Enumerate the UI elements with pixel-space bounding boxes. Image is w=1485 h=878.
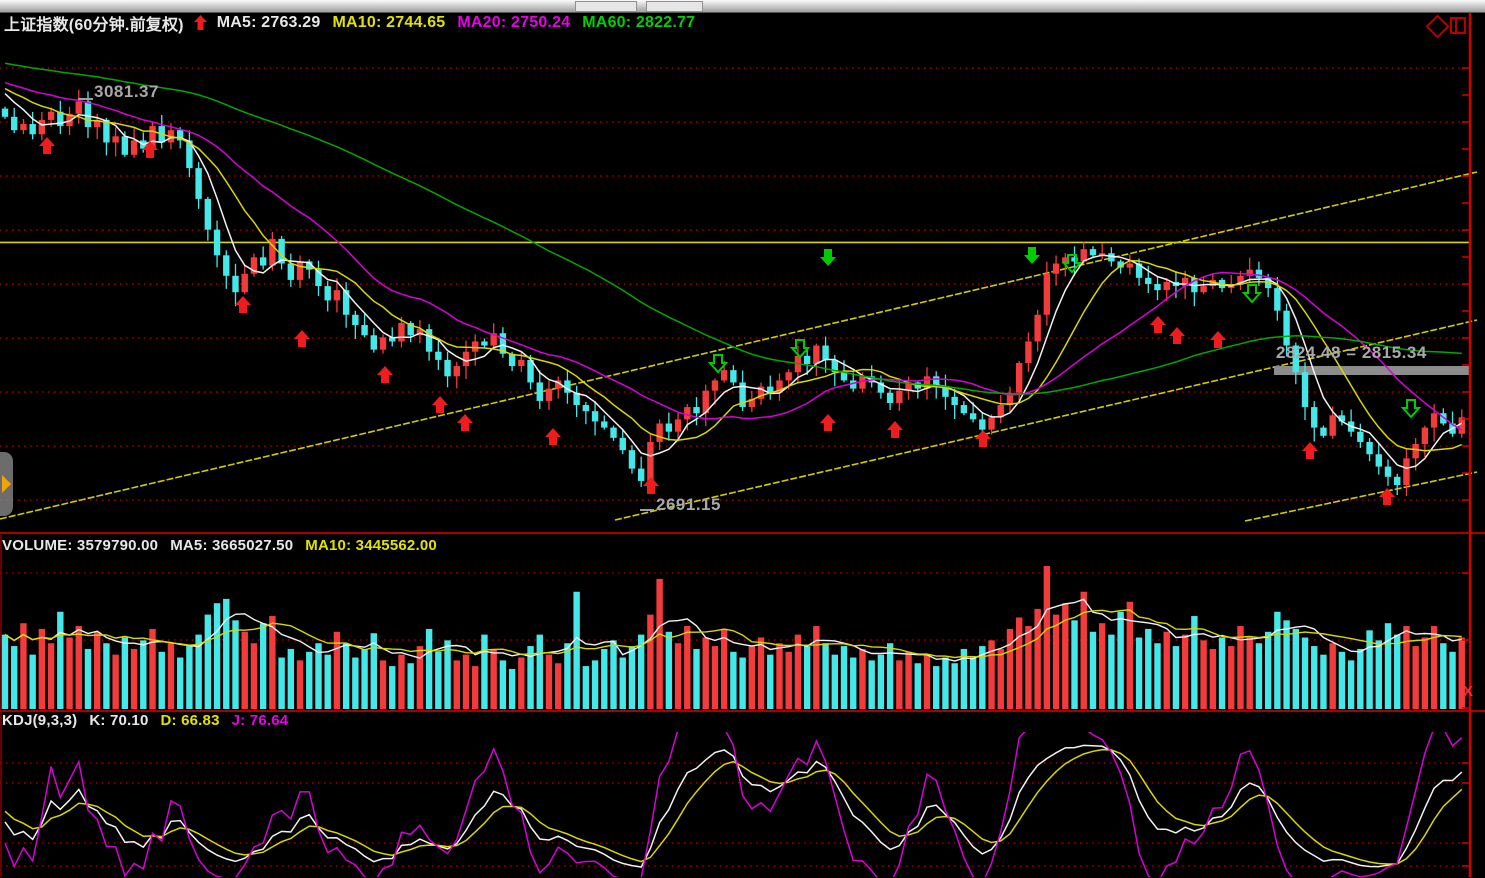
main-chart-pane[interactable] — [0, 13, 1485, 533]
expand-arrow-icon — [2, 475, 11, 493]
ma10-value: MA10: 2744.65 — [333, 14, 446, 32]
split-window-icon[interactable] — [1450, 17, 1466, 34]
high-price-pointer — [78, 98, 93, 100]
kdj-name: KDJ(9,3,3) — [2, 712, 77, 729]
indicator-close-button[interactable]: X — [1463, 685, 1473, 699]
kdj-pane[interactable] — [0, 713, 1485, 878]
split-window-divider — [1455, 19, 1457, 32]
ma60-value: MA60: 2822.77 — [582, 14, 695, 32]
main-chart-header: 上证指数(60分钟.前复权) MA5: 2763.29 MA10: 2744.6… — [4, 11, 695, 35]
trading-terminal-window: 上证指数(60分钟.前复权) MA5: 2763.29 MA10: 2744.6… — [0, 0, 1485, 878]
ma20-value: MA20: 2750.24 — [457, 14, 570, 32]
kdj-j-value: J: 76.64 — [232, 712, 289, 729]
kdj-header: KDJ(9,3,3) K: 70.10 D: 66.83 J: 76.64 — [2, 712, 288, 729]
volume-value: VOLUME: 3579790.00 — [2, 537, 158, 554]
volume-ma10-value: MA10: 3445562.00 — [305, 537, 437, 554]
sidebar-expand-handle[interactable] — [0, 452, 13, 516]
kdj-d-value: D: 66.83 — [161, 712, 220, 729]
volume-pane[interactable] — [0, 536, 1485, 711]
price-band-label: 2824.48 = 2815.34 — [1276, 343, 1427, 363]
volume-ma5-value: MA5: 3665027.50 — [170, 537, 293, 554]
volume-header: VOLUME: 3579790.00 MA5: 3665027.50 MA10:… — [2, 537, 437, 554]
low-price-pointer — [640, 509, 654, 511]
kdj-k-value: K: 70.10 — [89, 712, 148, 729]
up-arrow-icon — [194, 15, 207, 31]
high-price-label: 3081.37 — [94, 82, 159, 102]
low-price-label: 2691.15 — [656, 495, 721, 515]
ma5-value: MA5: 2763.29 — [217, 14, 321, 32]
instrument-title: 上证指数(60分钟.前复权) — [4, 11, 184, 35]
